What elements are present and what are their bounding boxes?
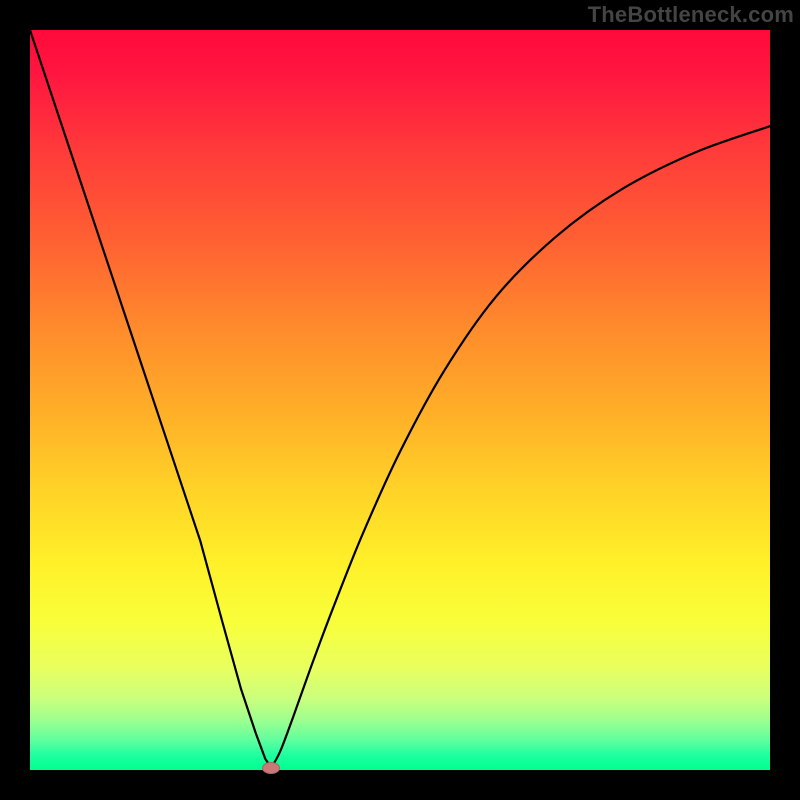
curve-right-branch — [271, 126, 770, 768]
watermark-text: TheBottleneck.com — [588, 2, 794, 28]
curve-left-branch — [30, 30, 271, 768]
chart-frame: TheBottleneck.com — [0, 0, 800, 800]
minimum-marker — [262, 762, 280, 774]
plot-area — [30, 30, 770, 770]
bottleneck-curve — [30, 30, 770, 770]
